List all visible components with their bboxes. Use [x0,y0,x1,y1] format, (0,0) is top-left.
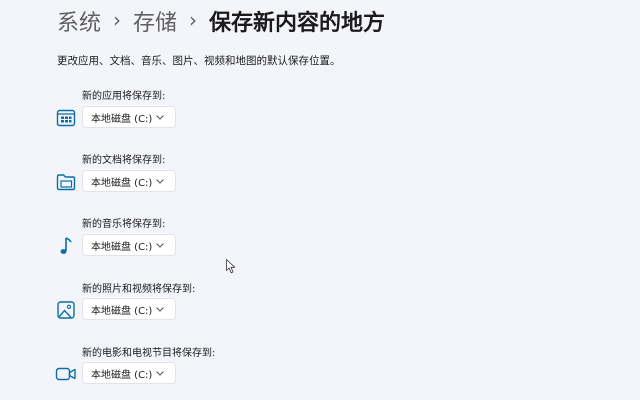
music-save-label: 新的音乐将保存到: [82,219,166,230]
chevron-down-icon [152,109,167,125]
photos-location-value: 本地磁盘 (C:) [91,305,153,317]
apps-save-label: 新的应用将保存到: [82,91,166,102]
breadcrumb-system[interactable]: 系统 [57,5,101,37]
photos-location-dropdown[interactable]: 本地磁盘 (C:) [82,298,176,320]
storage-save-locations-page: 系统 › 存储 › 保存新内容的地方 更改应用、文档、音乐、图片、视频和地图的默… [0,0,640,400]
music-note-icon [55,235,77,257]
chevron-down-icon [152,173,167,189]
movies-location-dropdown[interactable]: 本地磁盘 (C:) [82,362,176,384]
documents-location-value: 本地磁盘 (C:) [91,177,153,189]
folder-icon [55,171,77,193]
chevron-down-icon [152,237,167,253]
page-description: 更改应用、文档、音乐、图片、视频和地图的默认保存位置。 [57,55,341,67]
documents-location-dropdown[interactable]: 本地磁盘 (C:) [82,170,176,192]
music-location-dropdown[interactable]: 本地磁盘 (C:) [82,234,176,256]
breadcrumb: 系统 › 存储 › 保存新内容的地方 [57,5,385,37]
photo-icon [55,299,77,321]
music-location-value: 本地磁盘 (C:) [91,241,153,253]
breadcrumb-separator-icon: › [189,8,198,32]
movies-save-label: 新的电影和电视节目将保存到: [82,348,216,359]
breadcrumb-storage[interactable]: 存储 [133,5,177,37]
photos-save-label: 新的照片和视频将保存到: [82,284,196,295]
chevron-down-icon [152,301,167,317]
apps-location-dropdown[interactable]: 本地磁盘 (C:) [82,106,176,128]
documents-save-label: 新的文档将保存到: [82,155,166,166]
chevron-down-icon [152,365,167,381]
video-camera-icon [55,363,77,385]
mouse-cursor-icon [226,259,236,278]
page-title: 保存新内容的地方 [209,11,386,36]
apps-location-value: 本地磁盘 (C:) [91,113,153,125]
apps-icon [55,107,77,129]
movies-location-value: 本地磁盘 (C:) [91,369,153,381]
breadcrumb-separator-icon: › [113,8,122,32]
